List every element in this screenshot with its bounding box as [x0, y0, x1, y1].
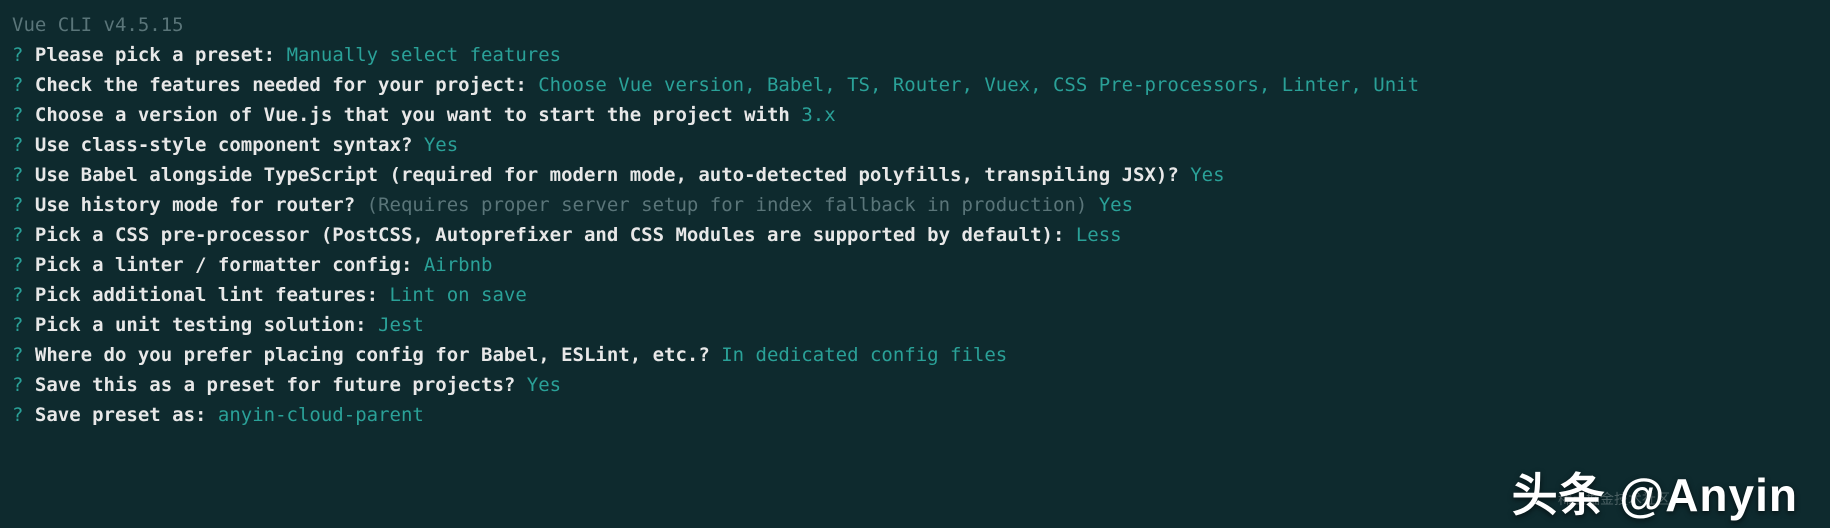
prompt-text: Save this as a preset for future project…	[23, 374, 526, 396]
question-mark: ?	[12, 314, 23, 336]
prompt-text: Where do you prefer placing config for B…	[23, 344, 721, 366]
prompt-line-0: ? Please pick a preset: Manually select …	[12, 40, 1818, 70]
answer-text: Lint on save	[390, 284, 527, 306]
prompt-text: Pick a CSS pre-processor (PostCSS, Autop…	[23, 224, 1075, 246]
prompt-text: Use Babel alongside TypeScript (required…	[23, 164, 1190, 186]
prompt-line-7: ? Pick a linter / formatter config: Airb…	[12, 250, 1818, 280]
question-mark: ?	[12, 164, 23, 186]
prompt-text: Use history mode for router?	[23, 194, 366, 216]
prompt-line-10: ? Where do you prefer placing config for…	[12, 340, 1818, 370]
question-mark: ?	[12, 104, 23, 126]
answer-text: Yes	[1190, 164, 1224, 186]
question-mark: ?	[12, 254, 23, 276]
answer-text: Choose Vue version, Babel, TS, Router, V…	[538, 74, 1419, 96]
sub-watermark-text: 稀土掘金技术社区	[1558, 484, 1670, 514]
question-mark: ?	[12, 44, 23, 66]
prompt-text: Check the features needed for your proje…	[23, 74, 538, 96]
hint-text: (Requires proper server setup for index …	[367, 194, 1099, 216]
prompt-text: Pick additional lint features:	[23, 284, 389, 306]
question-mark: ?	[12, 404, 23, 426]
answer-text: anyin-cloud-parent	[218, 404, 424, 426]
question-mark: ?	[12, 374, 23, 396]
prompt-line-8: ? Pick additional lint features: Lint on…	[12, 280, 1818, 310]
prompt-line-3: ? Use class-style component syntax? Yes	[12, 130, 1818, 160]
prompt-line-11: ? Save this as a preset for future proje…	[12, 370, 1818, 400]
prompt-text: Use class-style component syntax?	[23, 134, 423, 156]
cli-header: Vue CLI v4.5.15	[12, 10, 1818, 40]
answer-text: 3.x	[801, 104, 835, 126]
answer-text: Less	[1076, 224, 1122, 246]
prompt-line-6: ? Pick a CSS pre-processor (PostCSS, Aut…	[12, 220, 1818, 250]
prompt-text: Save preset as:	[23, 404, 217, 426]
answer-text: In dedicated config files	[721, 344, 1007, 366]
prompt-line-5: ? Use history mode for router? (Requires…	[12, 190, 1818, 220]
answer-text: Yes	[424, 134, 458, 156]
answer-text: Airbnb	[424, 254, 493, 276]
prompt-line-2: ? Choose a version of Vue.js that you wa…	[12, 100, 1818, 130]
prompt-line-1: ? Check the features needed for your pro…	[12, 70, 1818, 100]
answer-text: Manually select features	[287, 44, 562, 66]
answer-text: Yes	[527, 374, 561, 396]
question-mark: ?	[12, 74, 23, 96]
header-text: Vue CLI v4.5.15	[12, 14, 184, 36]
question-mark: ?	[12, 284, 23, 306]
prompt-text: Pick a unit testing solution:	[23, 314, 378, 336]
prompt-line-9: ? Pick a unit testing solution: Jest	[12, 310, 1818, 340]
question-mark: ?	[12, 224, 23, 246]
answer-text: Yes	[1099, 194, 1133, 216]
prompt-text: Choose a version of Vue.js that you want…	[23, 104, 801, 126]
question-mark: ?	[12, 194, 23, 216]
prompt-text: Please pick a preset:	[23, 44, 286, 66]
question-mark: ?	[12, 344, 23, 366]
question-mark: ?	[12, 134, 23, 156]
prompt-line-4: ? Use Babel alongside TypeScript (requir…	[12, 160, 1818, 190]
prompt-line-12: ? Save preset as: anyin-cloud-parent	[12, 400, 1818, 430]
answer-text: Jest	[378, 314, 424, 336]
prompt-text: Pick a linter / formatter config:	[23, 254, 423, 276]
